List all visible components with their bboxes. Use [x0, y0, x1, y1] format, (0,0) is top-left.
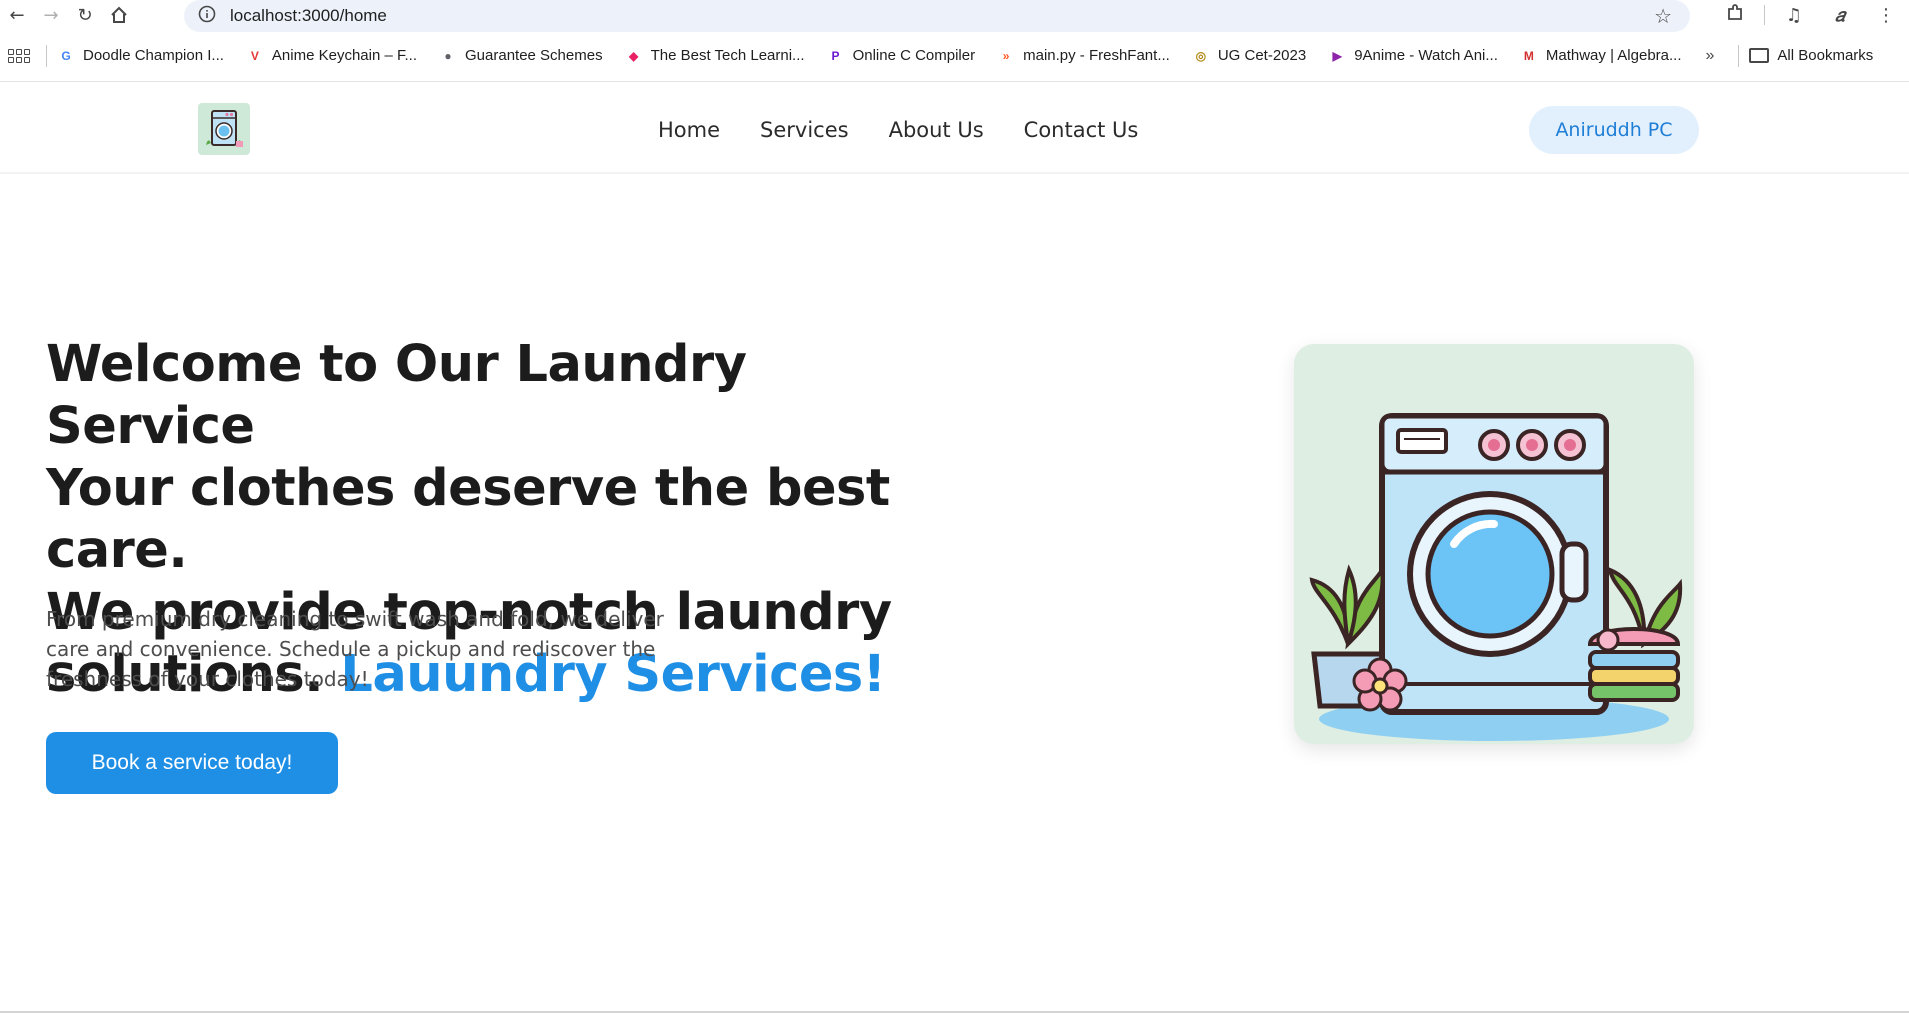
bookmark-label: The Best Tech Learni... — [650, 47, 805, 64]
main-nav: Home Services About Us Contact Us — [658, 86, 1138, 174]
forward-icon[interactable]: → — [34, 0, 68, 30]
google-icon: G — [61, 48, 71, 63]
v-logo-icon: V — [250, 48, 259, 63]
all-bookmarks-button[interactable]: All Bookmarks — [1749, 47, 1873, 64]
bookmark-label: Doodle Champion I... — [83, 47, 224, 64]
play-icon: ▶ — [1332, 48, 1342, 63]
bookmark-item[interactable]: ● Guarantee Schemes — [439, 47, 603, 65]
profile-icon[interactable]: 𝑎 — [1817, 5, 1863, 26]
bookmarks-divider — [1738, 44, 1740, 67]
washing-machine-logo-icon[interactable] — [198, 103, 250, 155]
bookmark-item[interactable]: P Online C Compiler — [827, 47, 976, 65]
bookmark-star-icon[interactable]: ☆ — [1654, 4, 1672, 28]
nav-about-us[interactable]: About Us — [889, 118, 984, 142]
hero-title-line: Your clothes deserve the best care. — [46, 459, 890, 580]
bookmark-item[interactable]: M Mathway | Algebra... — [1520, 47, 1682, 65]
bookmark-label: Anime Keychain – F... — [271, 47, 417, 64]
bookmark-item[interactable]: G Doodle Champion I... — [57, 47, 224, 65]
site-info-icon[interactable] — [198, 5, 216, 27]
bookmarks-bar: G Doodle Champion I... V Anime Keychain – F… — [0, 30, 1909, 82]
bookmark-item[interactable]: ◆ The Best Tech Learni... — [625, 47, 805, 65]
p-logo-icon: P — [831, 48, 840, 63]
bookmark-label: main.py - FreshFant... — [1023, 47, 1170, 64]
user-profile-button[interactable]: Aniruddh PC — [1529, 106, 1699, 154]
hero-description: From premium dry cleaning to swift wash … — [46, 607, 664, 691]
bookmark-label: Online C Compiler — [852, 47, 976, 64]
emblem-icon: ◎ — [1195, 48, 1207, 63]
bookmark-item[interactable]: V Anime Keychain – F... — [246, 47, 417, 65]
bookmarks-divider — [46, 44, 47, 67]
diamond-logo-icon: ◆ — [628, 48, 639, 63]
code-logo-icon: » — [1002, 48, 1010, 63]
media-control-icon[interactable]: ♫ — [1771, 5, 1817, 26]
menu-kebab-icon[interactable]: ⋮ — [1863, 5, 1909, 26]
washing-machine-illustration — [1294, 344, 1694, 744]
bookmark-label: Guarantee Schemes — [465, 47, 603, 64]
back-icon[interactable]: ← — [0, 0, 34, 30]
bookmark-item[interactable]: » main.py - FreshFant... — [997, 47, 1170, 65]
reload-icon[interactable]: ↻ — [68, 0, 102, 30]
nav-services[interactable]: Services — [760, 118, 849, 142]
hero-title-line: Welcome to Our Laundry Service — [46, 335, 747, 456]
extensions-icon[interactable] — [1712, 3, 1758, 28]
book-service-button[interactable]: Book a service today! — [46, 732, 338, 794]
browser-toolbar: ← → ↻ localhost:3000/home ☆ ♫ 𝑎 ⋮ — [0, 0, 1909, 32]
all-bookmarks-label: All Bookmarks — [1777, 47, 1874, 64]
site-header: Home Services About Us Contact Us Anirud… — [0, 86, 1909, 174]
page-bottom-border — [0, 1011, 1909, 1013]
home-icon[interactable] — [102, 0, 136, 30]
bookmark-item[interactable]: ▶ 9Anime - Watch Ani... — [1328, 47, 1498, 65]
address-bar[interactable]: localhost:3000/home ☆ — [184, 0, 1690, 32]
m-logo-icon: M — [1523, 48, 1534, 63]
bookmark-item[interactable]: ◎ UG Cet-2023 — [1192, 47, 1307, 65]
bookmark-list: G Doodle Champion I... V Anime Keychain – F… — [57, 47, 1704, 65]
apps-grid-icon[interactable] — [6, 43, 32, 69]
url-text: localhost:3000/home — [230, 6, 387, 25]
folder-icon — [1749, 48, 1770, 63]
bookmark-label: 9Anime - Watch Ani... — [1354, 47, 1498, 64]
more-bookmarks-icon[interactable]: » — [1706, 47, 1715, 65]
nav-contact-us[interactable]: Contact Us — [1024, 118, 1139, 142]
toolbar-divider — [1764, 5, 1765, 25]
bookmark-label: UG Cet-2023 — [1217, 47, 1307, 64]
globe-icon: ● — [444, 48, 452, 63]
bookmark-label: Mathway | Algebra... — [1545, 47, 1682, 64]
nav-home[interactable]: Home — [658, 118, 720, 142]
